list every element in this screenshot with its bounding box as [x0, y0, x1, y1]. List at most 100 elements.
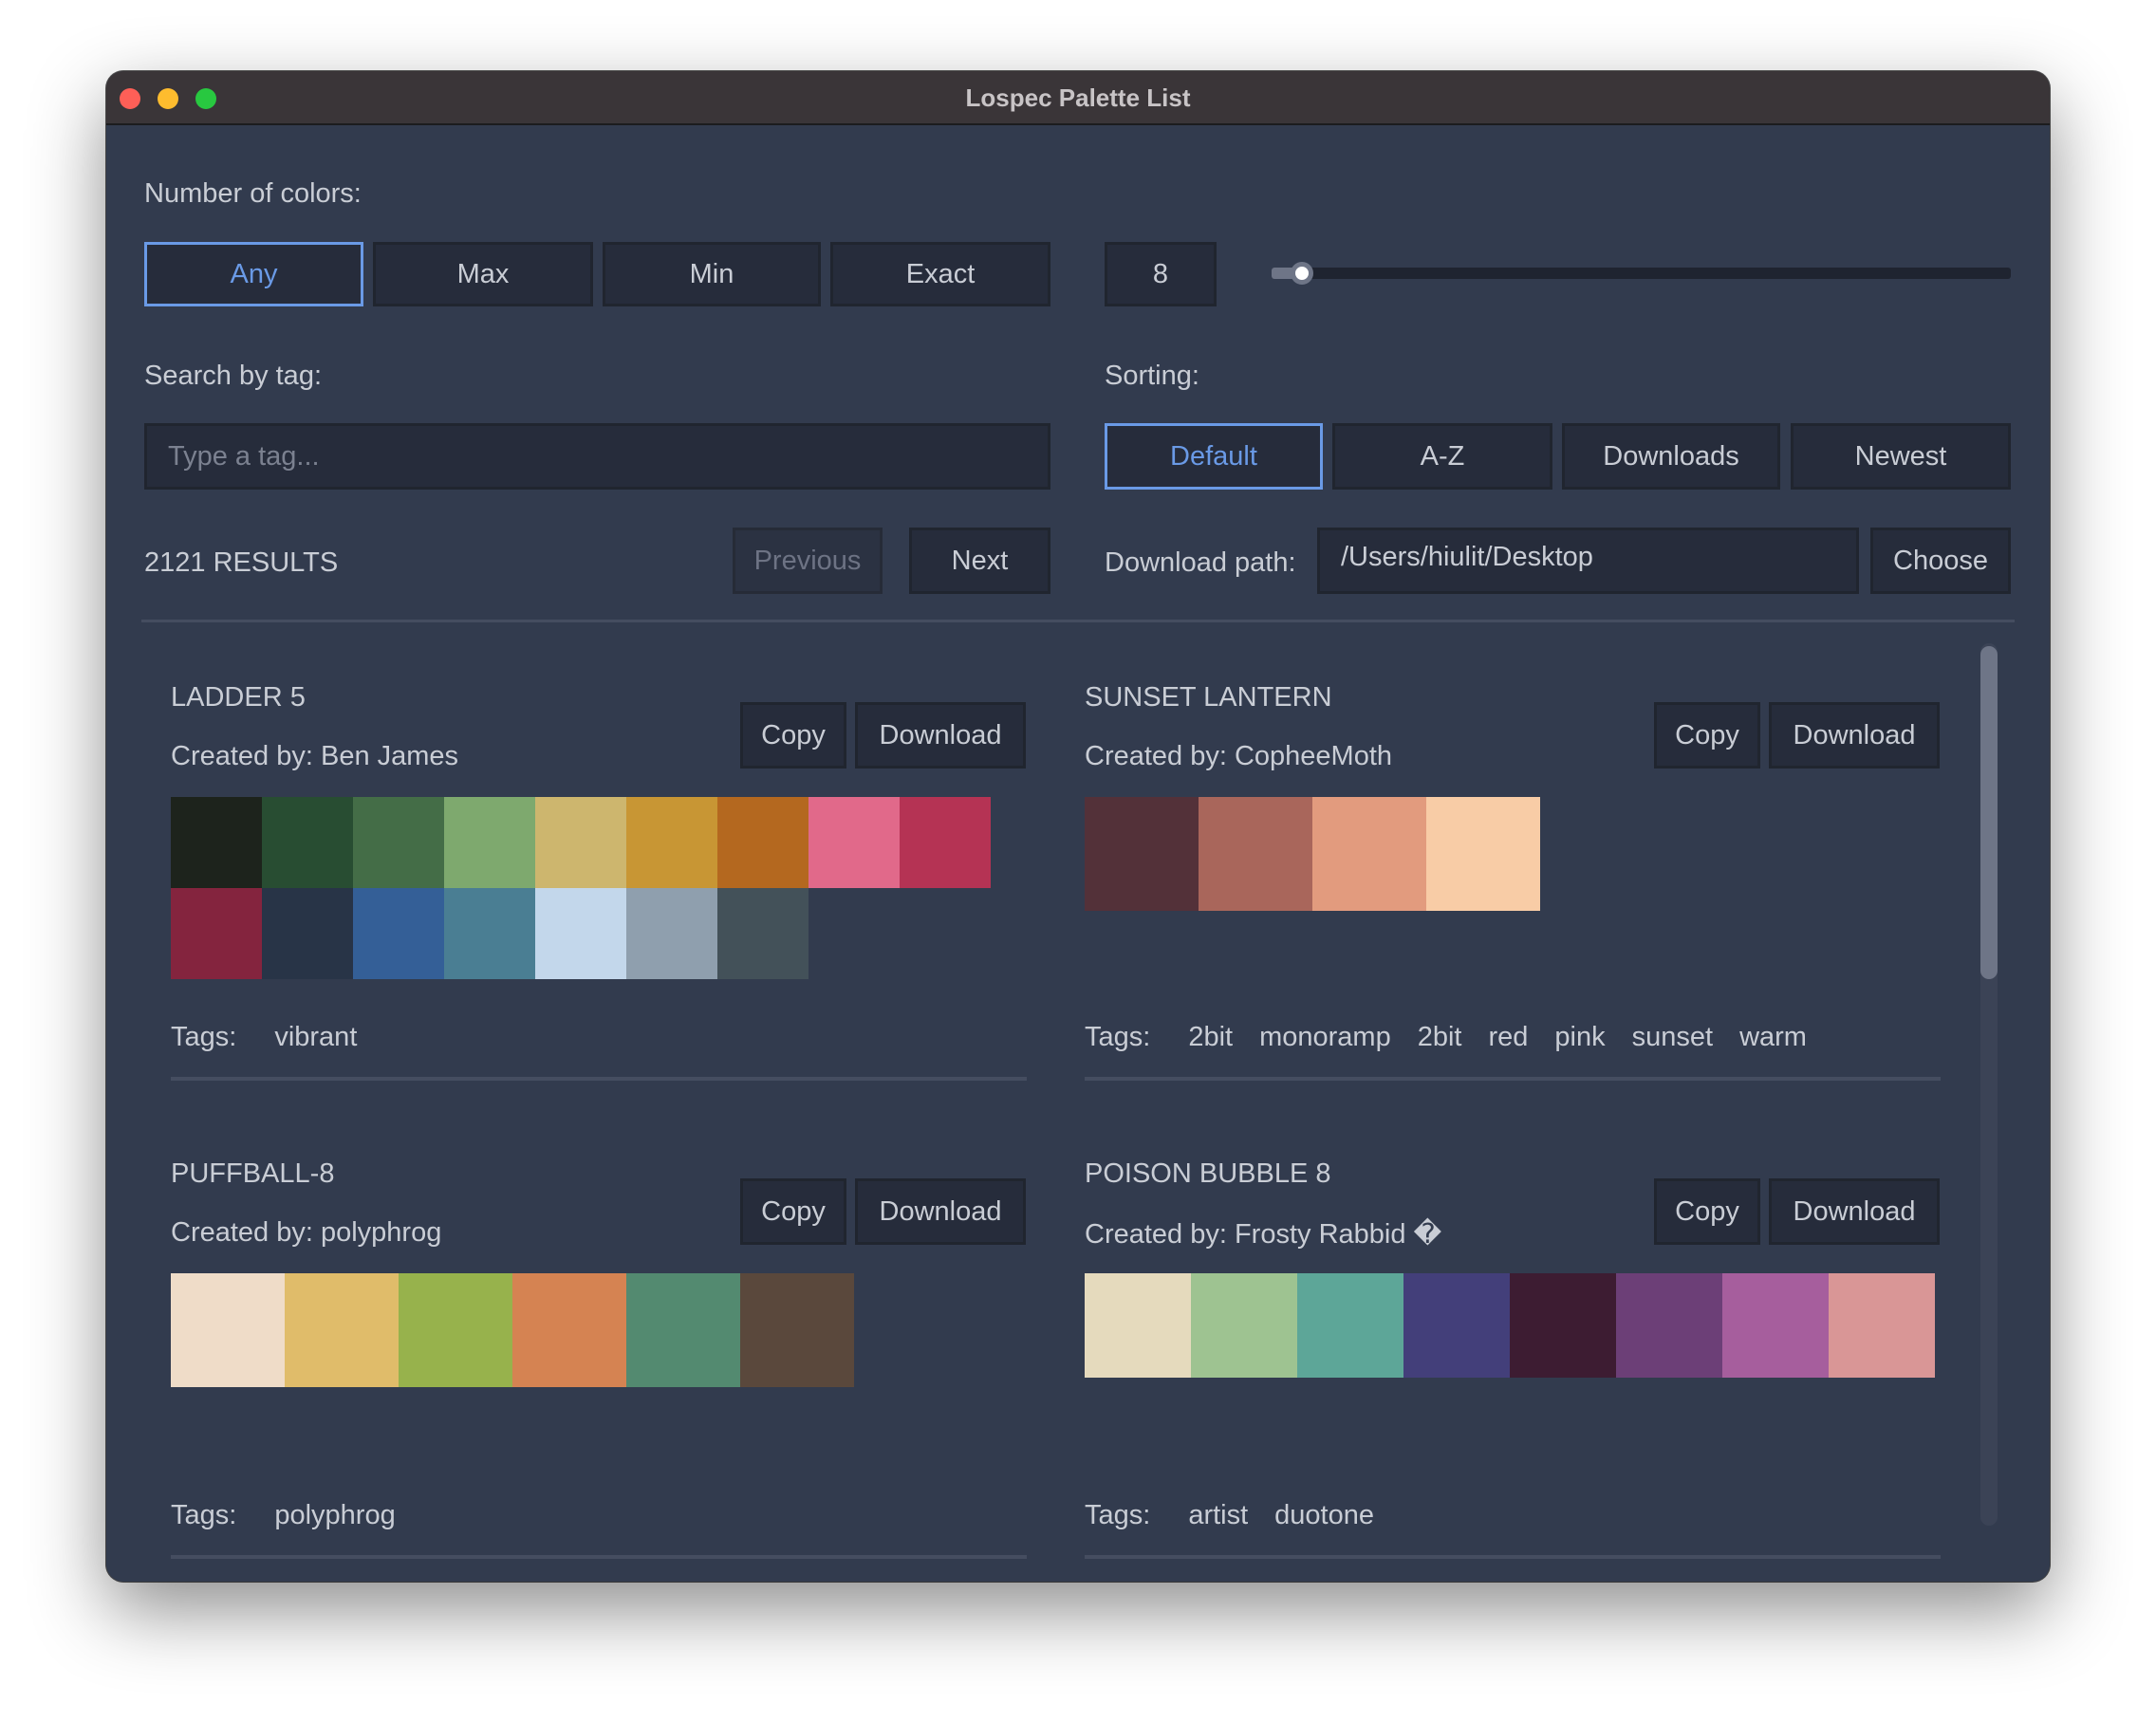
- choose-path-button[interactable]: Choose: [1870, 528, 2011, 594]
- tags-label: Tags:: [1085, 1022, 1151, 1052]
- download-button[interactable]: Download: [855, 1178, 1026, 1245]
- copy-button[interactable]: Copy: [740, 702, 846, 769]
- palette-creator: Created by: Ben James: [171, 741, 459, 771]
- mode-any-button[interactable]: Any: [144, 242, 363, 306]
- color-swatch: [171, 888, 262, 979]
- download-path-value: /Users/hiulit/Desktop: [1341, 542, 1593, 572]
- palette-tags: Tags: 2bit monoramp 2bit red pink sunset warm: [1085, 1022, 1807, 1053]
- color-swatch: [1510, 1273, 1616, 1378]
- tag[interactable]: polyphrog: [274, 1500, 395, 1531]
- color-swatch: [535, 797, 626, 888]
- palette-tags: Tags: polyphrog: [171, 1500, 396, 1531]
- previous-button[interactable]: Previous: [733, 528, 883, 594]
- window-title: Lospec Palette List: [965, 83, 1191, 112]
- color-swatch: [1426, 797, 1540, 911]
- palette-creator: Created by: polyphrog: [171, 1217, 442, 1248]
- tag[interactable]: monoramp: [1259, 1022, 1391, 1053]
- card-divider: [171, 1555, 1027, 1559]
- sort-az-button[interactable]: A-Z: [1332, 423, 1552, 490]
- color-swatch: [1312, 797, 1426, 911]
- palette-name: POISON BUBBLE 8: [1085, 1158, 1331, 1189]
- color-swatch: [444, 888, 535, 979]
- tag[interactable]: artist: [1188, 1500, 1248, 1531]
- tag[interactable]: vibrant: [274, 1022, 357, 1053]
- palette-name: PUFFBALL-8: [171, 1158, 335, 1189]
- color-swatch: [900, 797, 991, 888]
- scrollbar-thumb[interactable]: [1980, 646, 1998, 979]
- color-count-slider[interactable]: [1272, 262, 2011, 285]
- tags-label: Tags:: [171, 1022, 237, 1052]
- palette-tags: Tags: artist duotone: [1085, 1500, 1374, 1531]
- color-swatch: [262, 797, 353, 888]
- palette-creator: Created by: CopheeMoth: [1085, 741, 1393, 771]
- tags-label: Tags:: [171, 1500, 237, 1530]
- color-swatch: [1085, 797, 1199, 911]
- color-swatch: [535, 888, 626, 979]
- color-swatch: [1829, 1273, 1935, 1378]
- color-swatch: [444, 797, 535, 888]
- color-swatch: [1297, 1273, 1403, 1378]
- palette-name: LADDER 5: [171, 682, 306, 713]
- tag[interactable]: 2bit: [1188, 1022, 1233, 1053]
- mode-max-button[interactable]: Max: [373, 242, 593, 306]
- tag[interactable]: 2bit: [1418, 1022, 1462, 1053]
- copy-button[interactable]: Copy: [1654, 1178, 1760, 1245]
- palette-swatches: [1085, 1273, 2041, 1378]
- color-swatch: [717, 797, 808, 888]
- palette-tags: Tags: vibrant: [171, 1022, 357, 1053]
- next-button[interactable]: Next: [909, 528, 1050, 594]
- copy-button[interactable]: Copy: [740, 1178, 846, 1245]
- tag-search-input[interactable]: Type a tag...: [144, 423, 1050, 490]
- tag[interactable]: duotone: [1274, 1500, 1374, 1531]
- color-swatch: [808, 797, 900, 888]
- color-swatch: [1722, 1273, 1829, 1378]
- color-swatch: [353, 888, 444, 979]
- sort-downloads-button[interactable]: Downloads: [1562, 423, 1780, 490]
- color-swatch: [740, 1273, 854, 1387]
- color-swatch: [171, 1273, 285, 1387]
- card-divider: [1085, 1555, 1941, 1559]
- search-label: Search by tag:: [144, 361, 322, 391]
- tags-label: Tags:: [1085, 1500, 1151, 1530]
- color-swatch: [262, 888, 353, 979]
- tag[interactable]: sunset: [1632, 1022, 1713, 1053]
- color-swatch: [353, 797, 444, 888]
- copy-button[interactable]: Copy: [1654, 702, 1760, 769]
- color-swatch: [512, 1273, 626, 1387]
- color-swatch: [1616, 1273, 1722, 1378]
- tag[interactable]: red: [1488, 1022, 1528, 1053]
- sort-newest-button[interactable]: Newest: [1791, 423, 2011, 490]
- download-button[interactable]: Download: [1769, 1178, 1940, 1245]
- color-swatch: [1191, 1273, 1297, 1378]
- color-swatch: [1403, 1273, 1510, 1378]
- download-path-label: Download path:: [1105, 547, 1296, 578]
- sort-default-button[interactable]: Default: [1105, 423, 1323, 490]
- color-swatch: [1085, 1273, 1191, 1378]
- title-bar: Lospec Palette List: [106, 71, 2050, 125]
- download-path-input[interactable]: /Users/hiulit/Desktop: [1317, 528, 1859, 594]
- download-button[interactable]: Download: [1769, 702, 1940, 769]
- number-of-colors-label: Number of colors:: [144, 178, 362, 209]
- download-button[interactable]: Download: [855, 702, 1026, 769]
- color-count-field[interactable]: 8: [1105, 242, 1217, 306]
- header-divider: [141, 620, 2015, 622]
- tag[interactable]: pink: [1554, 1022, 1605, 1053]
- palette-name: SUNSET LANTERN: [1085, 682, 1332, 713]
- palette-creator: Created by: Frosty Rabbid �: [1085, 1219, 1442, 1250]
- app-window: Lospec Palette List Number of colors: An…: [106, 71, 2050, 1582]
- color-swatch: [626, 797, 717, 888]
- card-divider: [171, 1077, 1027, 1081]
- search-placeholder: Type a tag...: [168, 440, 320, 472]
- color-swatch: [626, 1273, 740, 1387]
- slider-thumb[interactable]: [1291, 262, 1313, 285]
- mode-min-button[interactable]: Min: [603, 242, 821, 306]
- scrollbar[interactable]: [1980, 643, 1998, 1526]
- palette-swatches: [1085, 797, 2050, 911]
- results-count: 2121 RESULTS: [144, 547, 339, 578]
- mode-exact-button[interactable]: Exact: [830, 242, 1050, 306]
- color-swatch: [399, 1273, 512, 1387]
- tag[interactable]: warm: [1739, 1022, 1807, 1053]
- sorting-label: Sorting:: [1105, 361, 1199, 391]
- color-swatch: [717, 888, 808, 979]
- palette-swatches: [171, 1273, 1196, 1387]
